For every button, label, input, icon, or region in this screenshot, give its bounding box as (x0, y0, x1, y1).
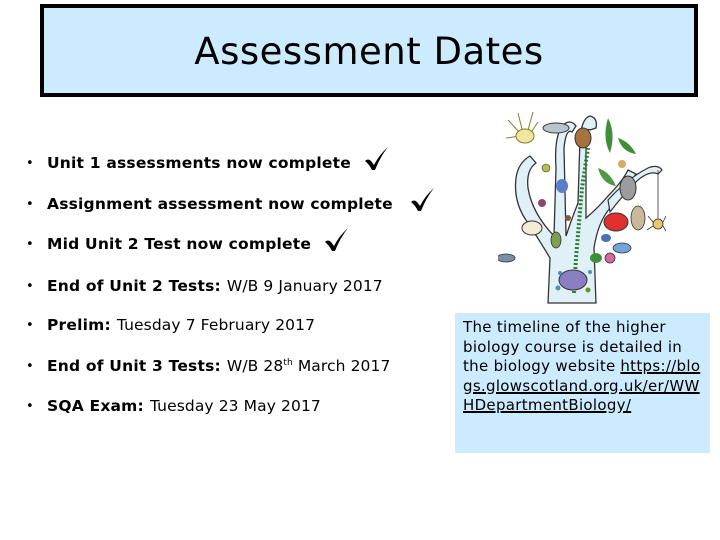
list-item: • End of Unit 3 Tests: W/B 28th March 20… (26, 353, 390, 379)
bullet-icon: • (26, 236, 34, 252)
date-ordinal: th (283, 358, 293, 368)
check-mark-icon (410, 188, 434, 211)
bullet-icon: • (26, 358, 34, 374)
item-date: Tuesday 23 May 2017 (149, 397, 321, 415)
item-label: SQA Exam: (47, 397, 144, 415)
list-item: • End of Unit 2 Tests: W/B 9 January 201… (26, 273, 383, 299)
bullet-icon: • (26, 398, 34, 414)
bullet-icon: • (26, 278, 34, 294)
bullet-icon: • (26, 317, 34, 333)
date-prefix: W/B 28 (226, 357, 284, 375)
check-mark-icon (325, 228, 349, 251)
date-suffix: March 2017 (292, 357, 391, 375)
info-box: The timeline of the higher biology cours… (455, 313, 710, 453)
list-item: • Assignment assessment now complete (26, 188, 435, 217)
item-date: W/B 9 January 2017 (226, 277, 383, 295)
item-label: Assignment assessment now complete (47, 195, 393, 213)
item-date: Tuesday 7 February 2017 (116, 316, 316, 334)
list-item: • SQA Exam: Tuesday 23 May 2017 (26, 393, 321, 419)
bullet-icon: • (26, 196, 34, 212)
item-date: W/B 28th March 2017 (227, 357, 391, 375)
item-label: End of Unit 2 Tests: (47, 277, 221, 295)
item-label: End of Unit 3 Tests: (47, 357, 221, 375)
check-mark-icon (364, 147, 388, 170)
assessment-list: • Unit 1 assessments now complete • Assi… (0, 0, 450, 540)
item-label: Mid Unit 2 Test now complete (47, 235, 312, 253)
tree-of-life-illustration (498, 111, 666, 304)
list-item: • Prelim: Tuesday 7 February 2017 (26, 312, 315, 338)
list-item: • Mid Unit 2 Test now complete (26, 228, 349, 257)
list-item: • Unit 1 assessments now complete (26, 147, 389, 176)
bullet-icon: • (26, 155, 34, 171)
item-label: Prelim: (47, 316, 111, 334)
item-label: Unit 1 assessments now complete (47, 154, 351, 172)
